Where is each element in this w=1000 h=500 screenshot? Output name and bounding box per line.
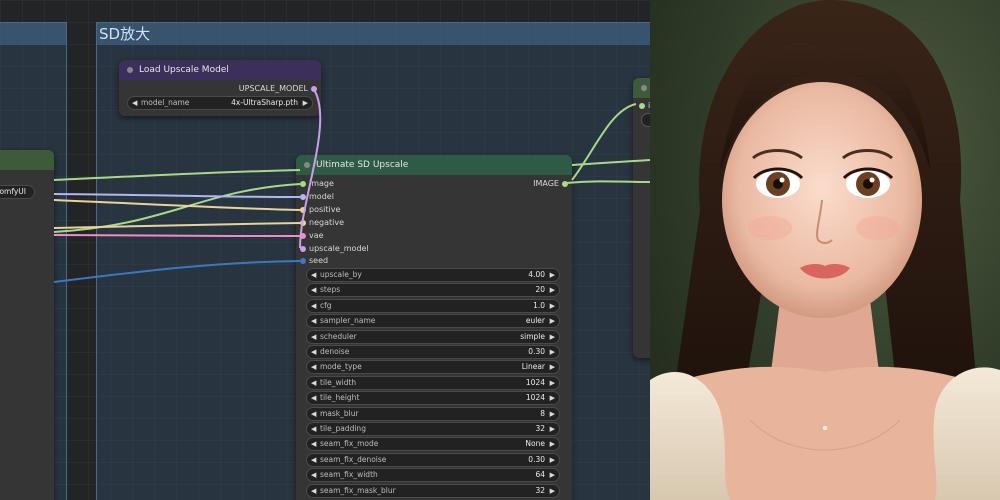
right-cheek-blush bbox=[856, 216, 900, 240]
node-canvas[interactable]: SD放大 ComfyUI i Load Upscale Model UPSCAL… bbox=[0, 0, 650, 500]
wire-upscale-model[interactable] bbox=[299, 87, 322, 249]
wire-model[interactable] bbox=[53, 193, 301, 198]
left-eye-highlight bbox=[779, 177, 785, 183]
wire-layer bbox=[53, 87, 650, 283]
wire-output-image[interactable] bbox=[565, 180, 650, 184]
preview-image-panel bbox=[650, 0, 1000, 500]
right-eye-highlight bbox=[869, 177, 875, 183]
wire-negative[interactable] bbox=[53, 222, 301, 229]
left-cheek-blush bbox=[748, 216, 792, 240]
wire-vae[interactable] bbox=[53, 234, 301, 237]
wire-output-right[interactable] bbox=[571, 103, 637, 181]
wire-image-pass[interactable] bbox=[53, 169, 301, 181]
necklace-pendant bbox=[822, 425, 828, 431]
portrait-image bbox=[650, 0, 1000, 500]
wire-seed[interactable] bbox=[53, 260, 301, 283]
